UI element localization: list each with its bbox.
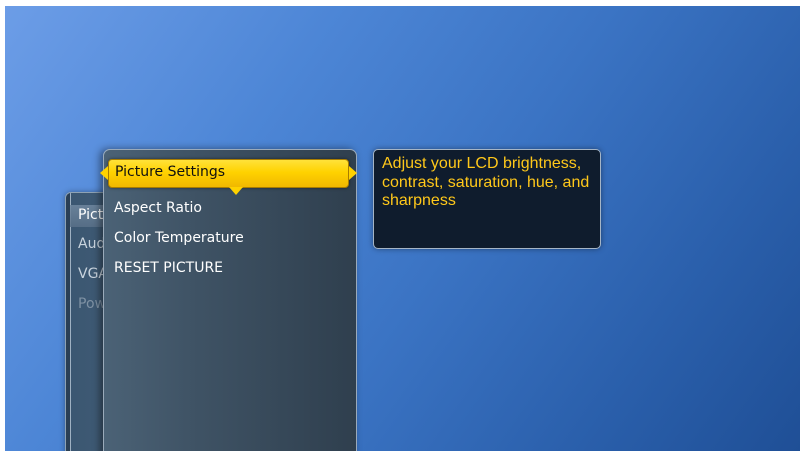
left-arrow-icon (100, 166, 108, 180)
info-text: Adjust your LCD brightness, contrast, sa… (382, 155, 590, 209)
down-arrow-icon (229, 187, 243, 195)
menu-item-color-temperature[interactable]: Color Temperature (114, 230, 244, 246)
picture-settings-item[interactable]: Picture Settings (100, 159, 357, 195)
menu-item-aspect-ratio[interactable]: Aspect Ratio (114, 200, 202, 216)
info-tooltip: Adjust your LCD brightness, contrast, sa… (373, 149, 601, 249)
right-arrow-icon (349, 166, 357, 180)
picture-settings-label: Picture Settings (115, 164, 226, 180)
panel-edge (66, 193, 71, 451)
picture-menu-panel: Picture Settings Aspect Ratio Color Temp… (100, 149, 357, 451)
tv-screen: Picture Audio VGA Settings Power Consump… (5, 6, 800, 451)
menu-item-reset-picture[interactable]: RESET PICTURE (114, 260, 223, 276)
